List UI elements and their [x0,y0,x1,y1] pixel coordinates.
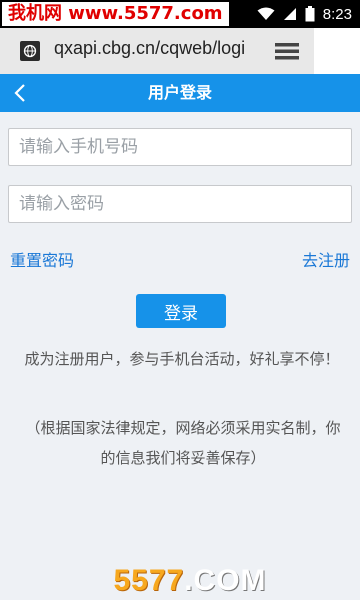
url-bar[interactable]: qxapi.cbg.cn/cqweb/logi [54,38,264,59]
password-input-box [8,185,352,223]
promo-text: 成为注册用户，参与手机台活动，好礼享不停！ [24,350,340,368]
status-bar: 我机网 www.5577.com 8:23 [0,0,360,28]
password-input[interactable] [9,186,351,222]
battery-icon [305,6,315,22]
notice-text: （根据国家法律规定，网络必须采用实名制，你的信息我们将妥善保存） [25,419,341,467]
page-title: 用户登录 [147,83,212,102]
signal-icon [283,8,296,20]
phone-input-box [8,128,352,166]
site-globe-icon[interactable] [20,41,40,61]
watermark-number: 5577 [113,564,185,597]
watermark-top: 我机网 www.5577.com [2,2,229,26]
browser-bar: qxapi.cbg.cn/cqweb/logi [0,28,360,75]
phone-input[interactable] [9,129,351,165]
watermark-suffix: .COM [184,564,267,597]
reset-password-link[interactable]: 重置密码 [10,247,74,271]
menu-icon[interactable] [274,40,300,62]
browser-corner-area[interactable] [314,28,360,74]
wifi-icon [257,7,275,20]
status-icons: 8:23 [257,0,352,28]
watermark-bottom: 5577 .COM [100,562,280,600]
status-time: 8:23 [322,5,352,23]
nav-header: 用户登录 [0,74,360,112]
login-button[interactable]: 登录 [136,294,226,328]
register-link[interactable]: 去注册 [302,247,350,271]
